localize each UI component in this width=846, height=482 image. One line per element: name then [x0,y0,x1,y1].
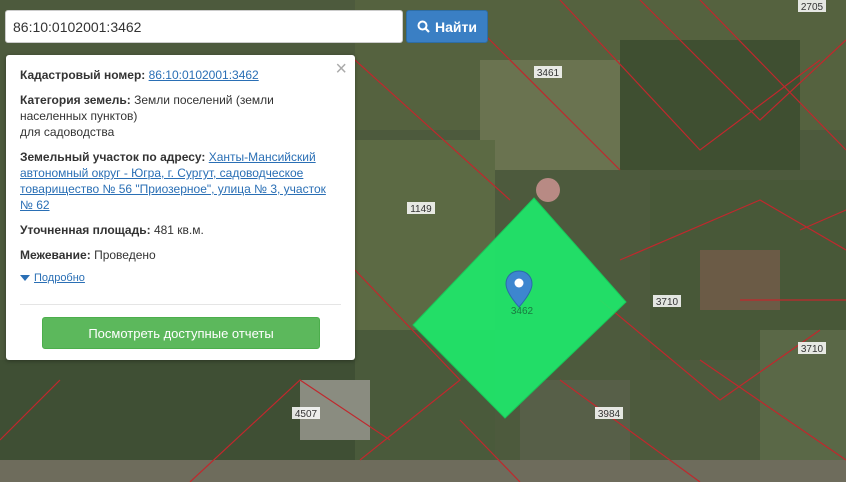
survey-label: Межевание: [20,248,91,262]
survey-value: Проведено [94,248,156,262]
search-icon [417,20,430,33]
more-details-toggle[interactable]: Подробно [20,272,341,284]
parcel-label-text: 3710 [801,344,824,355]
parcel-label-text: 3710 [656,297,679,308]
survey-row: Межевание: Проведено [20,247,341,263]
search-box[interactable] [5,10,403,43]
parcel-label-3461: 3461 [534,66,562,79]
cadastral-row: Кадастровый номер: 86:10:0102001:3462 [20,67,341,83]
search-button[interactable]: Найти [406,10,488,43]
address-label: Земельный участок по адресу: [20,150,206,164]
selected-parcel-label: 3462 [511,306,534,317]
category-value-3: для садоводства [20,125,115,139]
address-link-4[interactable]: № 62 [20,198,50,212]
parcel-label-text: 3984 [598,409,621,420]
parcel-label-3710-a: 3710 [653,295,681,308]
parcel-label-1149: 1149 [407,202,435,215]
parcel-label-4507: 4507 [292,407,320,420]
parcel-info-popup: × Кадастровый номер: 86:10:0102001:3462 … [6,55,355,360]
parcel-label-text: 4507 [295,409,318,420]
category-label: Категория земель: [20,93,131,107]
divider [20,304,341,305]
area-row: Уточненная площадь: 481 кв.м. [20,222,341,238]
category-value-1: Земли поселений (земли [134,93,274,107]
area-label: Уточненная площадь: [20,223,151,237]
parcel-label-text: 1149 [410,204,432,215]
parcel-label-3710-b: 3710 [798,342,826,355]
area-value: 481 кв.м. [153,223,204,237]
parcel-label-2705: 2705 [798,0,826,13]
address-link-3[interactable]: товарищество № 56 "Приозерное", улица № … [20,182,326,196]
chevron-down-icon [20,275,30,281]
address-row: Земельный участок по адресу: Ханты-Манси… [20,149,341,213]
search-button-label: Найти [435,18,477,35]
parcel-label-3984: 3984 [595,407,623,420]
category-row: Категория земель: Земли поселений (земли… [20,92,341,140]
parcel-label-text: 2705 [801,2,824,13]
cadastral-label: Кадастровый номер: [20,68,146,82]
category-value-2: населенных пунктов) [20,109,138,123]
search-input[interactable] [6,11,402,42]
more-details-link[interactable]: Подробно [34,272,85,284]
address-link-1[interactable]: Ханты-Мансийский [209,150,316,164]
close-icon[interactable]: × [335,59,347,79]
view-reports-button[interactable]: Посмотреть доступные отчеты [42,317,320,349]
address-link-2[interactable]: автономный округ - Югра, г. Сургут, садо… [20,166,303,180]
cadastral-number-link[interactable]: 86:10:0102001:3462 [149,68,259,82]
parcel-label-text: 3461 [537,68,560,79]
